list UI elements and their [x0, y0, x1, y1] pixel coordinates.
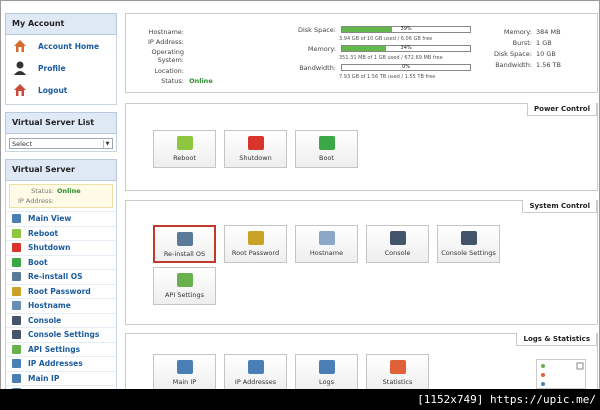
system-tile-re-install-os[interactable]: Re-install OS: [153, 225, 216, 263]
server-status-badge: Online: [189, 77, 213, 85]
sidebar-item-console-settings[interactable]: Console Settings: [6, 327, 116, 342]
logs-tile-main-ip[interactable]: Main IP: [153, 354, 216, 389]
statistics-icon: [389, 360, 406, 374]
floating-widget[interactable]: [536, 359, 586, 389]
virtual-server-header: Virtual Server: [5, 159, 117, 181]
network-icon: [247, 360, 264, 374]
logs-icon: [318, 360, 335, 374]
system-tile-api-settings[interactable]: API Settings: [153, 267, 216, 305]
bandwidth-progress-bar: 0%: [341, 64, 472, 71]
profile-link[interactable]: Profile: [6, 57, 116, 79]
boot-icon: [318, 136, 335, 150]
disk-progress-bar: 39%: [341, 26, 472, 33]
power-control-title: Power Control: [527, 103, 597, 116]
vs-status-badge: Online: [57, 187, 81, 195]
main-ip-icon: [12, 373, 21, 383]
console-icon: [12, 315, 21, 325]
boot-icon: [12, 257, 21, 267]
power-control-section: Power Control Reboot Shutdown Boot: [125, 103, 598, 191]
logs-statistics-section: Logs & Statistics Main IP IP Addresses Log…: [125, 333, 598, 389]
logout-link[interactable]: Logout: [6, 79, 116, 101]
system-tile-console-settings[interactable]: Console Settings: [437, 225, 500, 263]
sidebar-item-main-ip[interactable]: Main IP: [6, 370, 116, 386]
shutdown-icon: [12, 243, 21, 253]
vs-list-header: Virtual Server List: [5, 112, 117, 134]
account-home-link[interactable]: Account Home: [6, 35, 116, 57]
vs-status-box: Status: Online IP Address:: [9, 184, 113, 208]
memory-usage-row: Memory: 34%: [296, 45, 472, 53]
system-control-section: System Control Re-install OS Root Passwor…: [125, 200, 598, 325]
vs-list-panel: Select ▼: [5, 134, 117, 152]
network-icon: [12, 359, 21, 369]
main-ip-icon: [176, 360, 193, 374]
sidebar-item-hostname[interactable]: Hostname: [6, 298, 116, 313]
key-icon: [12, 286, 21, 296]
reboot-icon: [12, 228, 21, 238]
logs-tile-logs[interactable]: Logs: [295, 354, 358, 389]
logs-tile-ip-addresses[interactable]: IP Addresses: [224, 354, 287, 389]
reboot-icon: [176, 136, 193, 150]
logs-statistics-title: Logs & Statistics: [516, 333, 597, 346]
main-view-icon: [12, 214, 21, 224]
virtual-server-panel: Status: Online IP Address: Main View Reboo…: [5, 181, 117, 389]
logout-house-icon: [12, 82, 28, 98]
reinstall-icon: [12, 272, 21, 282]
chevron-down-icon: ▼: [103, 140, 111, 148]
sidebar-item-api-settings[interactable]: API Settings: [6, 341, 116, 357]
sidebar-item-console[interactable]: Console: [6, 312, 116, 328]
disk-usage-row: Disk Space: 39%: [296, 26, 472, 34]
my-account-panel: Account Home Profile Logout: [5, 35, 117, 105]
memory-progress-bar: 34%: [341, 45, 472, 52]
api-icon: [176, 273, 193, 287]
user-icon: [12, 60, 28, 76]
power-tile-boot[interactable]: Boot: [295, 130, 358, 168]
sidebar-item-ip-addresses[interactable]: IP Addresses: [6, 356, 116, 371]
vs-select[interactable]: Select ▼: [9, 138, 113, 149]
shutdown-icon: [247, 136, 264, 150]
watermark: [1152x749] https://upic.me/: [0, 389, 600, 410]
api-icon: [12, 344, 21, 354]
power-tile-reboot[interactable]: Reboot: [153, 130, 216, 168]
system-tile-console[interactable]: Console: [366, 225, 429, 263]
system-tile-root-password[interactable]: Root Password: [224, 225, 287, 263]
power-tile-shutdown[interactable]: Shutdown: [224, 130, 287, 168]
my-account-header: My Account: [5, 13, 117, 35]
system-control-title: System Control: [522, 200, 597, 213]
hostname-icon: [318, 231, 335, 245]
sidebar-item-boot[interactable]: Boot: [6, 254, 116, 270]
home-icon: [12, 38, 28, 54]
key-icon: [247, 231, 264, 245]
system-tile-hostname[interactable]: Hostname: [295, 225, 358, 263]
sidebar-item-re-install-os[interactable]: Re-install OS: [6, 269, 116, 284]
hostname-icon: [12, 301, 21, 311]
console-icon: [389, 231, 406, 245]
console-settings-icon: [12, 330, 21, 340]
reinstall-icon: [176, 232, 193, 246]
sidebar-item-shutdown[interactable]: Shutdown: [6, 240, 116, 255]
server-info-box: Hostname: IP Address: Operating System: …: [125, 13, 598, 93]
sidebar: My Account Account Home Profile Logout V…: [5, 13, 117, 389]
sidebar-item-main-view[interactable]: Main View: [6, 211, 116, 226]
sidebar-item-root-password[interactable]: Root Password: [6, 283, 116, 299]
page: My Account Account Home Profile Logout V…: [1, 1, 598, 389]
sidebar-item-reboot[interactable]: Reboot: [6, 225, 116, 241]
bandwidth-usage-row: Bandwidth: 0%: [296, 64, 472, 72]
console-settings-icon: [460, 231, 477, 245]
vs-menu: Main View Reboot Shutdown Boot Re-install OS…: [6, 211, 116, 389]
logs-tile-statistics[interactable]: Statistics: [366, 354, 429, 389]
